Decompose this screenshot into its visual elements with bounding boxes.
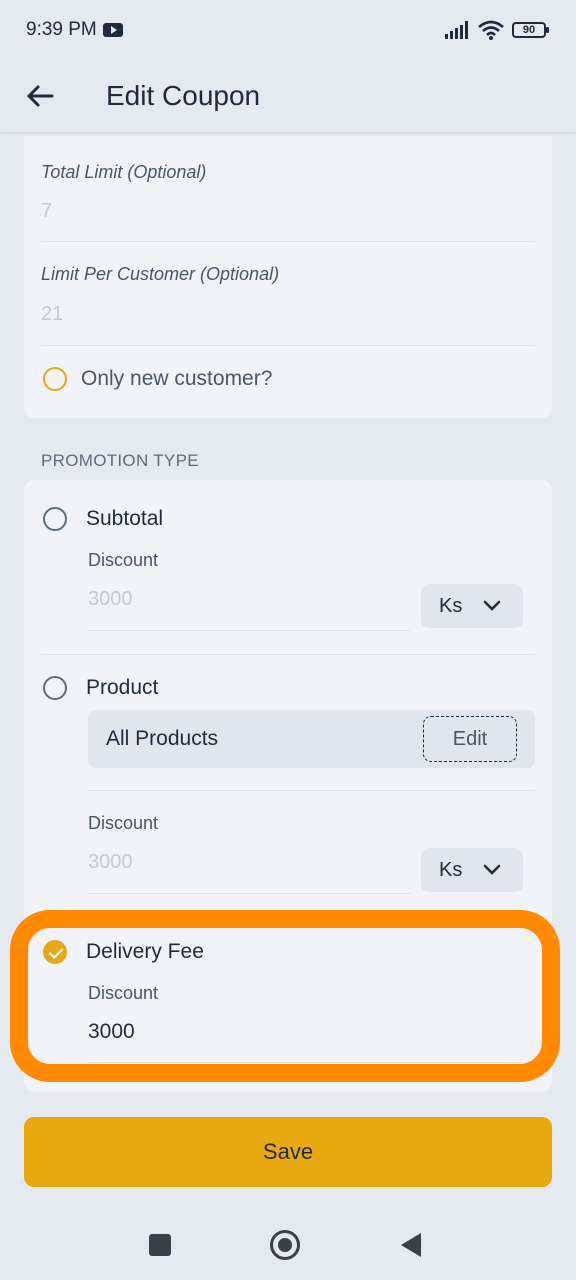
status-bar: 9:39 PM 90 — [0, 0, 576, 60]
annotation-highlight — [10, 910, 560, 1082]
home-icon[interactable] — [270, 1230, 300, 1260]
back-triangle-icon[interactable] — [401, 1233, 421, 1257]
promotion-type-label: PROMOTION TYPE — [41, 451, 199, 470]
limits-card: Total Limit (Optional) 7 Limit Per Custo… — [24, 136, 552, 418]
limit-per-customer-label: Limit Per Customer (Optional) — [41, 264, 280, 284]
currency-label: Ks — [439, 858, 463, 881]
products-value: All Products — [106, 727, 219, 750]
input-underline — [88, 893, 410, 894]
signal-icon — [445, 21, 468, 39]
divider — [41, 654, 535, 655]
divider — [41, 241, 535, 242]
product-discount-input[interactable]: 3000 — [88, 851, 133, 874]
chevron-down-icon — [483, 864, 501, 875]
status-time: 9:39 PM — [26, 19, 97, 40]
recent-apps-icon[interactable] — [149, 1234, 171, 1256]
save-button[interactable]: Save — [24, 1117, 552, 1187]
new-customer-radio[interactable] — [43, 367, 67, 391]
status-right: 90 — [444, 20, 549, 40]
product-option[interactable]: Product — [43, 676, 158, 700]
page-title: Edit Coupon — [106, 80, 261, 111]
battery-icon: 90 — [512, 22, 549, 38]
arrow-left-icon — [27, 85, 54, 107]
divider — [41, 345, 535, 346]
wifi-icon — [478, 20, 504, 40]
product-currency-select[interactable]: Ks — [421, 848, 523, 892]
subtotal-option[interactable]: Subtotal — [43, 507, 163, 531]
divider — [88, 790, 535, 791]
edit-products-button[interactable]: Edit — [423, 716, 517, 762]
subtotal-label: Subtotal — [86, 507, 164, 530]
status-left: 9:39 PM — [26, 19, 123, 41]
limit-per-customer-input[interactable]: 21 — [41, 303, 63, 326]
product-label: Product — [86, 676, 159, 699]
system-nav-bar — [0, 1210, 576, 1280]
youtube-notification-icon — [102, 23, 123, 37]
total-limit-input[interactable]: 7 — [41, 200, 52, 223]
product-radio[interactable] — [43, 676, 67, 700]
total-limit-label: Total Limit (Optional) — [41, 162, 207, 182]
currency-label: Ks — [439, 594, 463, 617]
new-customer-option[interactable]: Only new customer? — [43, 367, 272, 391]
back-button[interactable] — [0, 60, 80, 132]
new-customer-label: Only new customer? — [81, 367, 273, 390]
chevron-down-icon — [483, 600, 501, 611]
subtotal-discount-input[interactable]: 3000 — [88, 588, 133, 611]
product-discount-label: Discount — [88, 813, 159, 833]
subtotal-discount-label: Discount — [88, 550, 159, 570]
subtotal-radio[interactable] — [43, 507, 67, 531]
subtotal-currency-select[interactable]: Ks — [421, 584, 523, 628]
input-underline — [88, 630, 410, 631]
products-selector: All Products Edit — [88, 710, 535, 768]
app-bar: Edit Coupon — [0, 60, 576, 132]
